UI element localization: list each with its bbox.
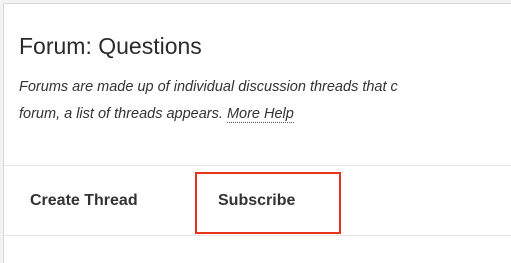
create-thread-button[interactable]: Create Thread: [30, 192, 138, 210]
description-line-1: Forums are made up of individual discuss…: [19, 79, 398, 95]
toolbar-bottom-divider: [4, 235, 511, 236]
subscribe-button[interactable]: Subscribe: [218, 192, 295, 210]
description-line-2: forum, a list of threads appears. More H…: [19, 101, 511, 128]
description-line-2-text: forum, a list of threads appears.: [19, 106, 227, 122]
more-help-link[interactable]: More Help: [226, 106, 294, 123]
forum-description: Forums are made up of individual discuss…: [19, 74, 511, 128]
page-title: Forum: Questions: [19, 33, 202, 59]
page: Forum: Questions Forums are made up of i…: [0, 0, 511, 263]
toolbar-top-divider: [4, 165, 511, 166]
